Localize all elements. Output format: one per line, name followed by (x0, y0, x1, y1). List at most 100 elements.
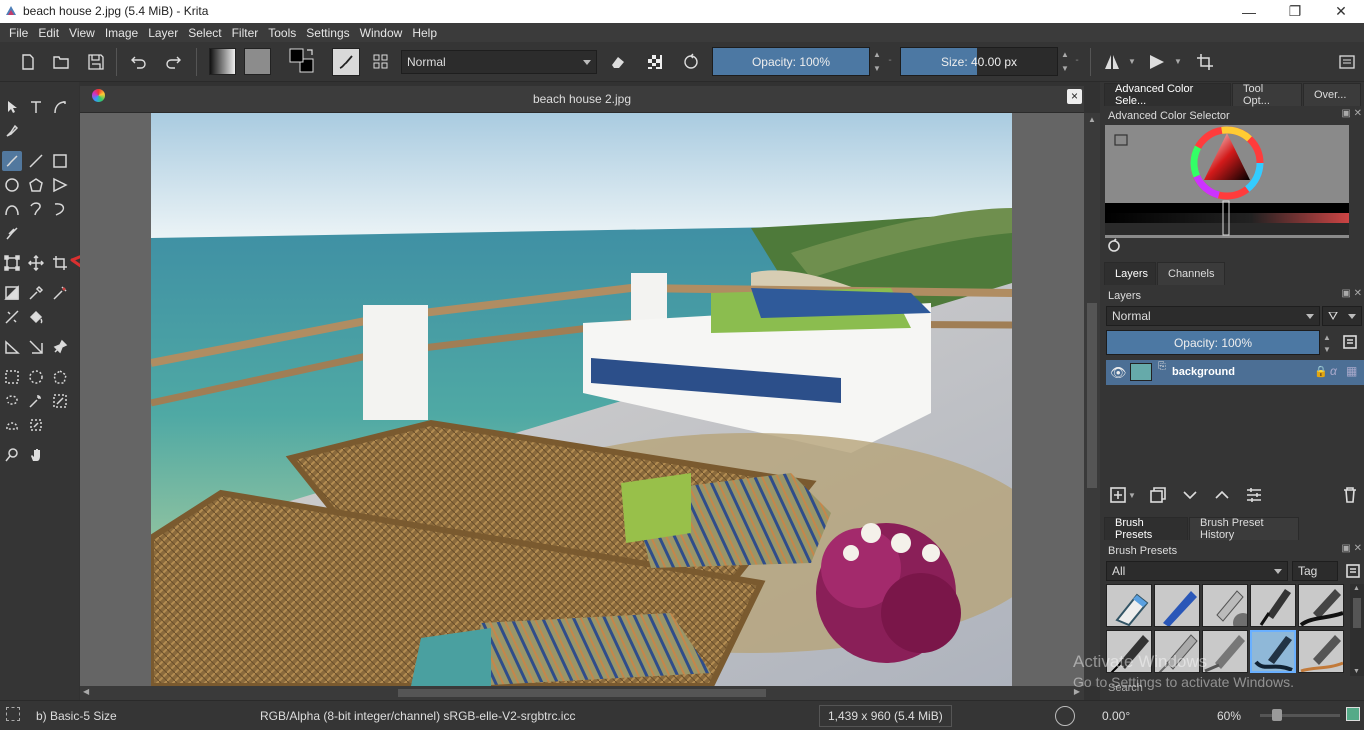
zoom-tool-icon[interactable] (2, 445, 22, 465)
tab-advanced-color-selector[interactable]: Advanced Color Sele... (1104, 83, 1231, 107)
brush-presets-scrollbar-thumb[interactable] (1353, 598, 1361, 628)
multibrush-tool-icon[interactable] (2, 223, 22, 243)
mirror-vertical-icon[interactable] (1145, 50, 1169, 74)
menu-tools[interactable]: Tools (268, 26, 296, 40)
freehand-selection-tool-icon[interactable] (2, 391, 22, 411)
rectangular-selection-tool-icon[interactable] (2, 367, 22, 387)
menu-image[interactable]: Image (105, 26, 138, 40)
tab-channels[interactable]: Channels (1157, 262, 1225, 285)
close-window-button[interactable]: ✕ (1318, 0, 1364, 23)
measure-tool-icon[interactable] (2, 337, 22, 357)
mirror-horizontal-icon[interactable] (1100, 50, 1124, 74)
menu-settings[interactable]: Settings (306, 26, 349, 40)
add-layer-dropdown[interactable]: ▼ (1126, 489, 1138, 503)
hamburger-menu-icon[interactable] (1335, 50, 1359, 74)
scroll-left-icon[interactable]: ◀ (83, 687, 89, 696)
fill-tool-icon[interactable] (26, 307, 46, 327)
document-image[interactable] (151, 113, 1012, 686)
polygon-tool-icon[interactable] (26, 175, 46, 195)
menu-select[interactable]: Select (188, 26, 221, 40)
brush-preset-brush-pen[interactable] (1298, 630, 1344, 673)
reload-preset-icon[interactable] (679, 50, 703, 74)
layer-settings-icon[interactable] (1244, 485, 1264, 505)
vertical-scrollbar[interactable]: ▲ (1084, 113, 1100, 686)
elliptical-selection-tool-icon[interactable] (26, 367, 46, 387)
mirror-horizontal-dropdown[interactable]: ▼ (1126, 55, 1138, 69)
move-layer-down-icon[interactable] (1180, 485, 1200, 505)
ellipse-tool-icon[interactable] (2, 175, 22, 195)
menu-file[interactable]: File (9, 26, 28, 40)
bezier-selection-tool-icon[interactable] (2, 415, 22, 435)
color-selector-reset-icon[interactable] (1104, 236, 1124, 256)
menu-filter[interactable]: Filter (232, 26, 259, 40)
tag-dropdown[interactable]: Tag (1292, 561, 1338, 581)
calligraphy-tool-icon[interactable] (2, 121, 22, 141)
scroll-down-icon[interactable]: ▼ (1353, 668, 1360, 675)
menu-edit[interactable]: Edit (38, 26, 59, 40)
menu-view[interactable]: View (69, 26, 95, 40)
fg-bg-color-icon[interactable] (288, 47, 316, 75)
opacity-slider[interactable]: Opacity: 100% (712, 47, 870, 76)
reference-images-tool-icon[interactable] (50, 337, 70, 357)
advanced-color-selector[interactable] (1105, 125, 1349, 238)
edit-shapes-tool-icon[interactable] (50, 97, 70, 117)
opacity-spin-down[interactable]: ▼ (871, 62, 883, 76)
undo-icon[interactable] (127, 50, 151, 74)
brush-docker-float-close-icon[interactable]: ▣ ✕ (1341, 543, 1362, 554)
horizontal-scrollbar-thumb[interactable] (398, 689, 766, 697)
mirror-vertical-dropdown[interactable]: ▼ (1172, 55, 1184, 69)
new-document-icon[interactable] (16, 50, 40, 74)
menu-layer[interactable]: Layer (148, 26, 178, 40)
transform-tool-icon[interactable] (2, 253, 22, 273)
delete-layer-icon[interactable] (1340, 485, 1360, 505)
opacity-spin-up[interactable]: ▲ (871, 48, 883, 62)
pattern-selector-icon[interactable] (244, 48, 271, 75)
rectangle-tool-icon[interactable] (50, 151, 70, 171)
brush-preset-blue-pen[interactable] (1154, 584, 1200, 627)
freehand-brush-tool-icon[interactable] (2, 151, 22, 171)
layer-blend-mode-dropdown[interactable]: Normal (1106, 306, 1320, 326)
blend-mode-dropdown[interactable]: Normal (401, 50, 597, 74)
layer-filter-dropdown[interactable]: ⛛ (1322, 306, 1362, 326)
gradient-tool-icon[interactable] (2, 283, 22, 303)
size-spin-down[interactable]: ▼ (1059, 62, 1071, 76)
zoom-slider-handle[interactable] (1272, 709, 1282, 721)
minimize-button[interactable]: — (1226, 0, 1272, 23)
maximize-button[interactable]: ❐ (1272, 0, 1318, 23)
tab-layers[interactable]: Layers (1104, 262, 1156, 285)
selection-mode-icon[interactable] (6, 707, 20, 721)
bezier-curve-tool-icon[interactable] (2, 199, 22, 219)
tab-brush-preset-history[interactable]: Brush Preset History (1189, 517, 1299, 541)
tab-overview[interactable]: Over... (1303, 83, 1361, 106)
brush-preset-ink-pen[interactable] (1250, 584, 1296, 627)
contiguous-selection-tool-icon[interactable] (26, 391, 46, 411)
open-document-icon[interactable] (49, 50, 73, 74)
text-tool-icon[interactable] (26, 97, 46, 117)
freehand-path-tool-icon[interactable] (26, 199, 46, 219)
pan-tool-icon[interactable] (26, 445, 46, 465)
soft-proof-icon[interactable] (1346, 707, 1360, 721)
alpha-inherit-icon[interactable]: α (1330, 364, 1337, 378)
eraser-mode-icon[interactable] (606, 50, 630, 74)
layers-docker-float-close-icon[interactable]: ▣ ✕ (1341, 288, 1362, 299)
dynamic-brush-tool-icon[interactable] (50, 199, 70, 219)
lock-icon[interactable]: 🔒 (1314, 365, 1328, 378)
menu-help[interactable]: Help (412, 26, 437, 40)
brush-preset-icon[interactable] (332, 48, 360, 76)
magnetic-selection-tool-icon[interactable] (26, 415, 46, 435)
layer-opacity-spin-down[interactable]: ▼ (1321, 343, 1333, 357)
size-slider[interactable]: Size: 40.00 px (900, 47, 1058, 76)
rotation-dial-icon[interactable] (1055, 706, 1075, 726)
brush-preset-marker[interactable] (1298, 584, 1344, 627)
brush-view-options-icon[interactable] (1343, 561, 1363, 581)
gradient-selector-icon[interactable] (209, 48, 236, 75)
scroll-up-icon[interactable]: ▲ (1353, 585, 1360, 592)
color-picker-tool-icon[interactable] (26, 283, 46, 303)
docker-float-close-icon[interactable]: ▣ ✕ (1341, 108, 1362, 119)
size-spin-up[interactable]: ▲ (1059, 48, 1071, 62)
brush-presets-scrollbar[interactable]: ▲ ▼ (1350, 584, 1364, 676)
polygonal-selection-tool-icon[interactable] (50, 367, 70, 387)
assistant-tool-icon[interactable] (26, 337, 46, 357)
similar-color-selection-tool-icon[interactable] (50, 391, 70, 411)
menu-window[interactable]: Window (360, 26, 403, 40)
